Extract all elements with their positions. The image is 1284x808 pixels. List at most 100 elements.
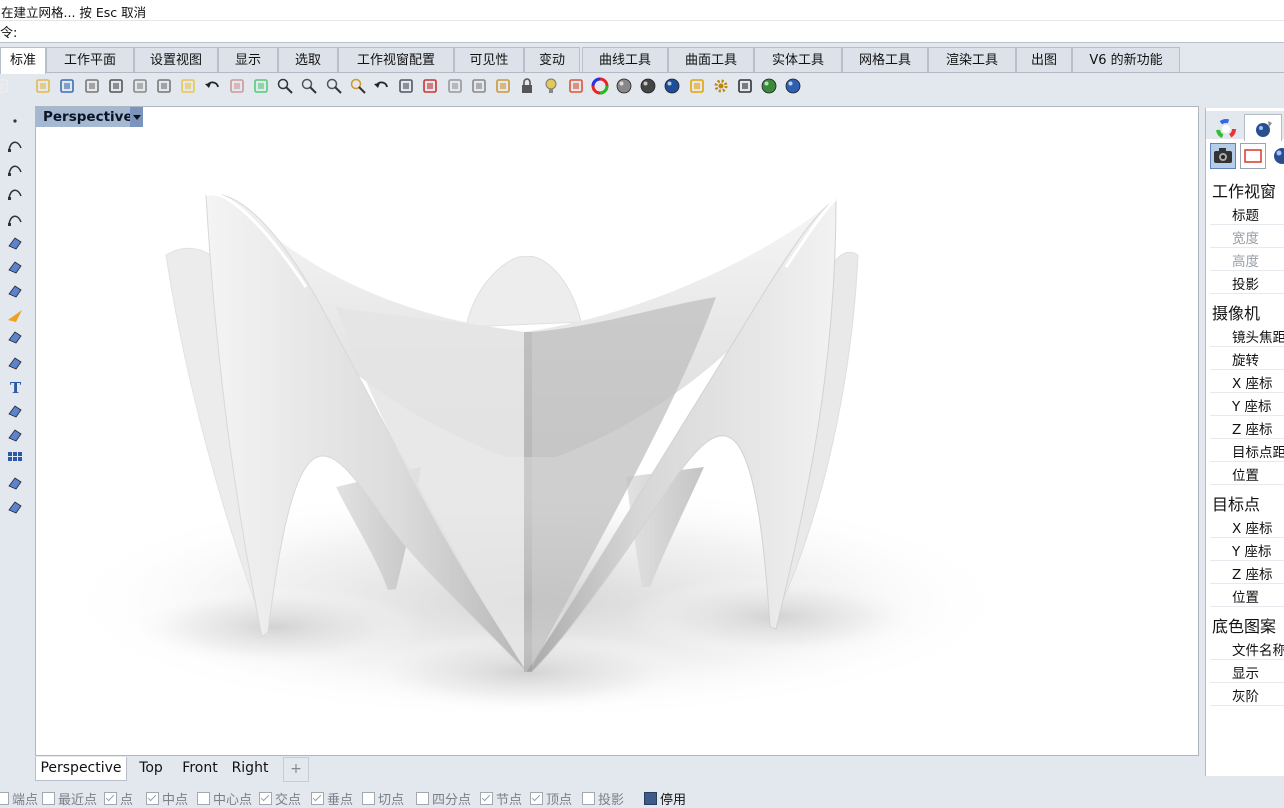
show-objects-icon[interactable]	[470, 77, 488, 95]
property-row-label[interactable]: X 座标	[1232, 517, 1273, 537]
viewport-layout-icon[interactable]	[397, 77, 415, 95]
color-wheel-tab[interactable]	[1208, 115, 1244, 141]
osnap-checkbox[interactable]	[146, 792, 159, 805]
osnap-7[interactable]: 切点	[362, 789, 404, 808]
paste-icon[interactable]	[179, 77, 197, 95]
mesh-icon[interactable]	[6, 282, 24, 300]
rotate-view-icon[interactable]	[252, 77, 270, 95]
new-file-icon[interactable]	[0, 77, 10, 95]
perspective-viewport[interactable]: Perspective	[35, 106, 1199, 756]
property-row-label[interactable]: 位置	[1232, 464, 1259, 484]
osnap-4[interactable]: 中心点	[197, 789, 252, 808]
property-row-label[interactable]: X 座标	[1232, 372, 1273, 392]
osnap-checkbox[interactable]	[530, 792, 543, 805]
tab-14[interactable]: V6 的新功能	[1072, 47, 1180, 72]
viewport-frame-button[interactable]	[1240, 143, 1266, 169]
osnap-checkbox[interactable]	[0, 792, 9, 805]
property-row-label[interactable]: 旋转	[1232, 349, 1259, 369]
tab-13[interactable]: 出图	[1016, 47, 1072, 72]
material-button[interactable]	[1270, 143, 1284, 169]
polyline-icon[interactable]	[6, 136, 24, 154]
osnap-12[interactable]: 停用	[644, 789, 686, 808]
osnap-2[interactable]: 点	[104, 789, 133, 808]
save-icon[interactable]	[58, 77, 76, 95]
osnap-checkbox[interactable]	[311, 792, 324, 805]
undo-icon[interactable]	[204, 77, 222, 95]
tab-4[interactable]: 选取	[278, 47, 338, 72]
curve-icon[interactable]	[6, 210, 24, 228]
rectangle-icon[interactable]	[6, 184, 24, 202]
text-icon[interactable]: T	[6, 378, 24, 396]
osnap-checkbox[interactable]	[197, 792, 210, 805]
material-sphere-icon[interactable]	[663, 77, 681, 95]
print-icon[interactable]	[83, 77, 101, 95]
tab-11[interactable]: 网格工具	[842, 47, 928, 72]
property-row-label[interactable]: 显示	[1232, 662, 1259, 682]
zoom-selected-icon[interactable]	[349, 77, 367, 95]
tab-8[interactable]: 曲线工具	[582, 47, 668, 72]
pan-hand-icon[interactable]	[228, 77, 246, 95]
osnap-10[interactable]: 顶点	[530, 789, 572, 808]
osnap-0[interactable]: 端点	[0, 789, 38, 808]
dimension-icon[interactable]	[736, 77, 754, 95]
shaded-sphere-icon[interactable]	[615, 77, 633, 95]
viewport-tab-front[interactable]: Front	[177, 757, 223, 780]
property-row-label[interactable]: Y 座标	[1232, 395, 1272, 415]
viewport-title[interactable]: Perspective	[36, 107, 143, 127]
analyze-icon[interactable]	[6, 328, 24, 346]
open-folder-icon[interactable]	[34, 77, 52, 95]
command-input[interactable]: 令:	[0, 20, 1284, 43]
property-row-label[interactable]: 标题	[1232, 204, 1259, 224]
osnap-1[interactable]: 最近点	[42, 789, 97, 808]
solid-icon[interactable]	[6, 258, 24, 276]
object-properties-tab[interactable]	[1244, 114, 1282, 141]
group-icon[interactable]	[6, 402, 24, 420]
osnap-11[interactable]: 投影	[582, 789, 624, 808]
osnap-6[interactable]: 垂点	[311, 789, 353, 808]
osnap-checkbox[interactable]	[644, 792, 657, 805]
zoom-extents-icon[interactable]	[325, 77, 343, 95]
osnap-checkbox[interactable]	[42, 792, 55, 805]
split-icon[interactable]	[6, 498, 24, 516]
property-row-label[interactable]: Z 座标	[1232, 563, 1273, 583]
osnap-9[interactable]: 节点	[480, 789, 522, 808]
property-row-label[interactable]: 镜头焦距	[1232, 326, 1284, 346]
surface-icon[interactable]	[6, 234, 24, 252]
array-icon[interactable]	[6, 450, 24, 468]
viewport-tab-right[interactable]: Right	[227, 757, 273, 780]
box-icon[interactable]	[6, 426, 24, 444]
fillet-icon[interactable]	[6, 354, 24, 372]
tab-12[interactable]: 渲染工具	[928, 47, 1016, 72]
osnap-checkbox[interactable]	[362, 792, 375, 805]
tab-6[interactable]: 可见性	[454, 47, 524, 72]
viewport-tab-top[interactable]: Top	[131, 757, 171, 780]
viewport-tab-perspective[interactable]: Perspective	[35, 757, 127, 781]
property-row-label[interactable]: Z 座标	[1232, 418, 1273, 438]
gear-icon[interactable]	[712, 77, 730, 95]
zoom-window-icon[interactable]	[300, 77, 318, 95]
layer-icon[interactable]	[567, 77, 585, 95]
zoom-icon[interactable]	[276, 77, 294, 95]
extrude-icon[interactable]	[6, 474, 24, 492]
viewport-menu-chevron-icon[interactable]	[130, 107, 143, 127]
color-wheel-icon[interactable]	[591, 77, 609, 95]
lock-icon[interactable]	[518, 77, 536, 95]
cut-icon[interactable]	[131, 77, 149, 95]
property-row-label[interactable]: 文件名称	[1232, 639, 1284, 659]
osnap-checkbox[interactable]	[416, 792, 429, 805]
osnap-8[interactable]: 四分点	[416, 789, 471, 808]
pen-icon[interactable]	[688, 77, 706, 95]
property-row-label[interactable]: 灰阶	[1232, 685, 1259, 705]
circle-icon[interactable]	[6, 160, 24, 178]
tab-1[interactable]: 工作平面	[46, 47, 134, 72]
tab-7[interactable]: 变动	[524, 47, 580, 72]
copy-document-icon[interactable]	[107, 77, 125, 95]
tab-2[interactable]: 设置视图	[134, 47, 218, 72]
property-row-label[interactable]: Y 座标	[1232, 540, 1272, 560]
car-icon[interactable]	[421, 77, 439, 95]
help-icon[interactable]	[784, 77, 802, 95]
property-row-label[interactable]: 位置	[1232, 586, 1259, 606]
tab-3[interactable]: 显示	[218, 47, 278, 72]
add-viewport-tab-plus-icon[interactable]: +	[283, 757, 309, 782]
osnap-checkbox[interactable]	[582, 792, 595, 805]
